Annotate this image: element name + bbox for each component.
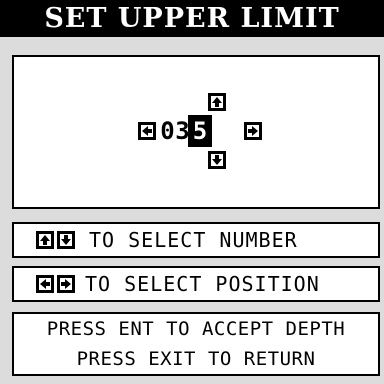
hint-select-position-text: TO SELECT POSITION xyxy=(85,272,320,296)
return-instruction: PRESS EXIT TO RETURN xyxy=(76,348,316,370)
arrow-up-key-icon xyxy=(36,231,54,249)
depth-editor[interactable]: 0 3 5 xyxy=(138,93,264,171)
arrow-left-icon[interactable] xyxy=(138,122,156,140)
screen-title: SET UPPER LIMIT xyxy=(0,0,384,37)
arrow-down-key-icon xyxy=(57,231,75,249)
instruction-box: PRESS ENT TO ACCEPT DEPTH PRESS EXIT TO … xyxy=(12,312,380,376)
hint-select-number-text: TO SELECT NUMBER xyxy=(89,228,298,252)
depth-digits: 0 3 5 xyxy=(160,115,212,147)
hint-select-number: TO SELECT NUMBER xyxy=(12,222,380,258)
depth-digit: 0 xyxy=(160,117,175,145)
arrow-right-icon[interactable] xyxy=(244,122,262,140)
arrow-left-key-icon xyxy=(36,275,54,293)
arrow-down-icon[interactable] xyxy=(208,151,226,169)
arrow-right-key-icon xyxy=(57,275,75,293)
hint-select-position: TO SELECT POSITION xyxy=(12,266,380,302)
accept-instruction: PRESS ENT TO ACCEPT DEPTH xyxy=(46,318,346,340)
depth-digit: 3 xyxy=(175,117,190,145)
depth-digit-selected[interactable]: 5 xyxy=(188,115,212,147)
arrow-up-icon[interactable] xyxy=(208,93,226,111)
